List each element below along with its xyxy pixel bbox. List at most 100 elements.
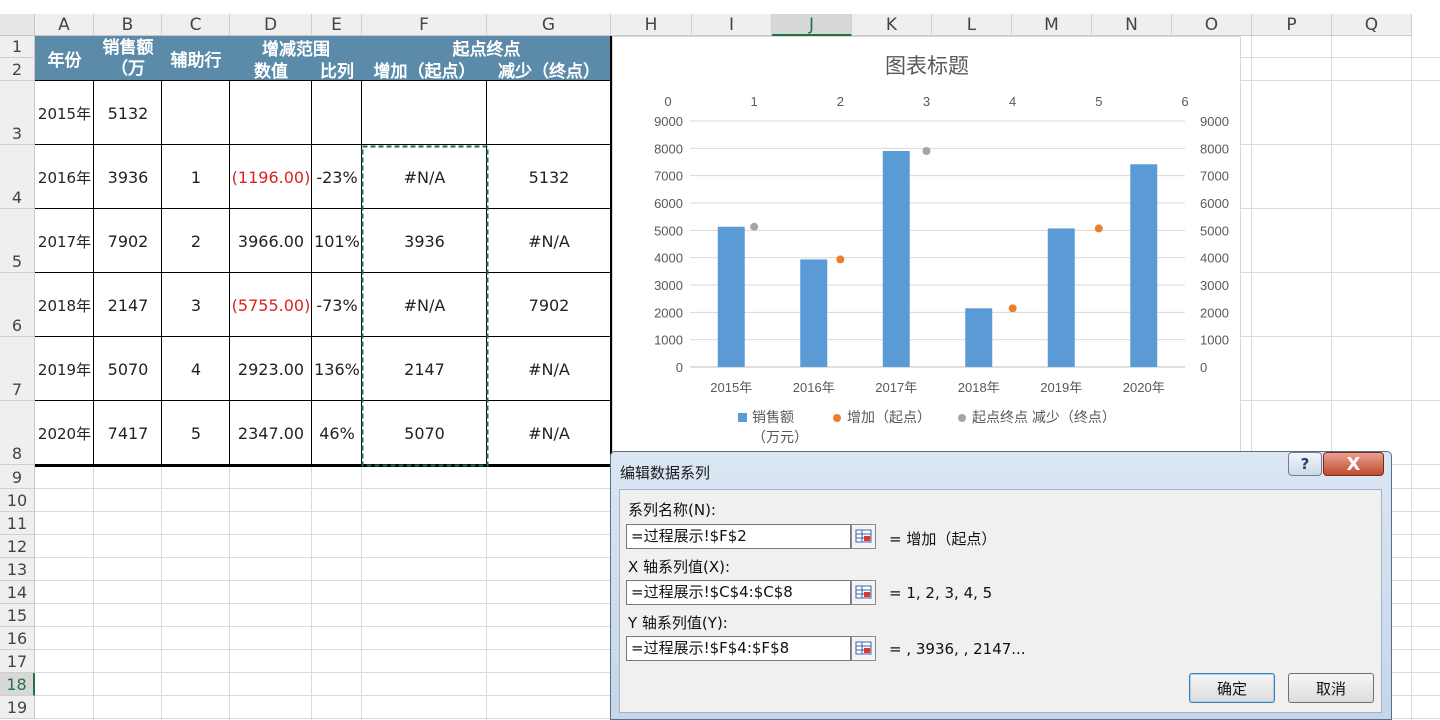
cell-value[interactable]: (1196.00) (230, 145, 312, 209)
help-button[interactable]: ? (1288, 452, 1322, 476)
row-header-19[interactable]: 19 (0, 696, 35, 719)
cell-helper[interactable]: 4 (162, 337, 230, 401)
cell-ratio[interactable]: -73% (312, 273, 362, 337)
cell-sales[interactable]: 2147 (94, 273, 162, 337)
header-value[interactable]: 数值 (230, 58, 312, 82)
bar-2015年[interactable] (717, 226, 745, 367)
legend-label[interactable]: 起点终点 减少（终点） (972, 409, 1116, 425)
header-ratio[interactable]: 比列 (312, 58, 362, 82)
column-header-D[interactable]: D (230, 14, 312, 36)
chart-svg[interactable]: 图表标题 0 1000 2000 3000 4000 5000 6000 7000 8000 90… (613, 37, 1240, 455)
row-header-8[interactable]: 8 (0, 401, 35, 465)
cell-decrease[interactable]: #N/A (487, 337, 611, 401)
cell-ratio[interactable]: -23% (312, 145, 362, 209)
header-decrease[interactable]: 减少（终点） (487, 58, 611, 82)
column-header-O[interactable]: O (1172, 14, 1252, 36)
header-increase[interactable]: 增加（起点） (362, 58, 487, 82)
row-header-3[interactable]: 3 (0, 81, 35, 145)
cell-year[interactable]: 2018年 (35, 273, 94, 337)
y-values-range-button[interactable] (851, 636, 876, 661)
row-header-1[interactable]: 1 (0, 36, 35, 58)
cell-helper[interactable]: 5 (162, 401, 230, 465)
cell-helper[interactable]: 2 (162, 209, 230, 273)
cell-increase[interactable] (362, 81, 487, 145)
cell-ratio[interactable]: 46% (312, 401, 362, 465)
chart-area[interactable]: 图表标题 0 1000 2000 3000 4000 5000 6000 7000 8000 90… (612, 36, 1241, 456)
point-increase[interactable] (1094, 224, 1103, 233)
row-header-12[interactable]: 12 (0, 535, 35, 558)
cell-ratio[interactable]: 101% (312, 209, 362, 273)
header-helper[interactable]: 辅助行 (162, 36, 230, 81)
x-values-input[interactable]: =过程展示!$C$4:$C$8 (626, 580, 851, 605)
row-header-15[interactable]: 15 (0, 604, 35, 627)
cell-decrease[interactable]: 5132 (487, 145, 611, 209)
cell-year[interactable]: 2016年 (35, 145, 94, 209)
column-header-P[interactable]: P (1252, 14, 1332, 36)
column-header-L[interactable]: L (932, 14, 1012, 36)
column-header-H[interactable]: H (611, 14, 692, 36)
cell-value[interactable]: 2347.00 (230, 401, 312, 465)
row-header-13[interactable]: 13 (0, 558, 35, 581)
x-values-range-button[interactable] (851, 580, 876, 605)
row-header-16[interactable]: 16 (0, 627, 35, 650)
column-header-C[interactable]: C (162, 14, 230, 36)
bar-2018年[interactable] (965, 308, 993, 367)
cell-year[interactable]: 2020年 (35, 401, 94, 465)
column-header-M[interactable]: M (1012, 14, 1092, 36)
legend-label[interactable]: 增加（起点） (847, 409, 931, 425)
row-header-10[interactable]: 10 (0, 489, 35, 512)
cell-sales[interactable]: 3936 (94, 145, 162, 209)
column-header-J[interactable]: J (772, 14, 852, 36)
cell-value[interactable]: (5755.00) (230, 273, 312, 337)
cell-decrease[interactable] (487, 81, 611, 145)
column-header-I[interactable]: I (692, 14, 772, 36)
cell-sales[interactable]: 7417 (94, 401, 162, 465)
cell-ratio[interactable]: 136% (312, 337, 362, 401)
close-button[interactable]: X (1323, 452, 1384, 476)
row-header-4[interactable]: 4 (0, 145, 35, 209)
column-header-F[interactable]: F (362, 14, 487, 36)
row-header-14[interactable]: 14 (0, 581, 35, 604)
cell-value[interactable]: 2923.00 (230, 337, 312, 401)
cell-decrease[interactable]: #N/A (487, 401, 611, 465)
cell-value[interactable] (230, 81, 312, 145)
cell-sales[interactable]: 5070 (94, 337, 162, 401)
column-header-G[interactable]: G (487, 14, 611, 36)
column-header-B[interactable]: B (94, 14, 162, 36)
cell-helper[interactable]: 3 (162, 273, 230, 337)
cell-year[interactable]: 2017年 (35, 209, 94, 273)
header-sales[interactable]: 销售额 （万 (94, 36, 162, 81)
bar-2016年[interactable] (800, 259, 828, 367)
column-header-Q[interactable]: Q (1332, 14, 1412, 36)
column-header-N[interactable]: N (1092, 14, 1172, 36)
header-range[interactable]: 增减范围 (230, 36, 362, 60)
cell-sales[interactable]: 5132 (94, 81, 162, 145)
cell-year[interactable]: 2015年 (35, 81, 94, 145)
header-points[interactable]: 起点终点 (362, 36, 611, 60)
column-header-A[interactable]: A (35, 14, 94, 36)
cell-value[interactable]: 3966.00 (230, 209, 312, 273)
cell-ratio[interactable] (312, 81, 362, 145)
point-increase[interactable] (836, 255, 845, 264)
row-header-11[interactable]: 11 (0, 512, 35, 535)
point-increase[interactable] (1008, 304, 1017, 313)
bar-2020年[interactable] (1130, 164, 1158, 367)
cell-decrease[interactable]: #N/A (487, 209, 611, 273)
cell-helper[interactable] (162, 81, 230, 145)
chart-title[interactable]: 图表标题 (885, 55, 969, 78)
row-header-6[interactable]: 6 (0, 273, 35, 337)
ok-button[interactable]: 确定 (1189, 673, 1275, 703)
row-header-9[interactable]: 9 (0, 465, 35, 489)
column-header-K[interactable]: K (852, 14, 932, 36)
column-header-E[interactable]: E (312, 14, 362, 36)
point-decrease[interactable] (922, 147, 931, 156)
cell-year[interactable]: 2019年 (35, 337, 94, 401)
legend-label[interactable]: 销售额 (752, 409, 794, 425)
cell-helper[interactable]: 1 (162, 145, 230, 209)
row-header-7[interactable]: 7 (0, 337, 35, 401)
row-header-17[interactable]: 17 (0, 650, 35, 673)
row-header-5[interactable]: 5 (0, 209, 35, 273)
cancel-button[interactable]: 取消 (1288, 673, 1374, 703)
header-year[interactable]: 年份 (35, 36, 94, 81)
y-values-input[interactable]: =过程展示!$F$4:$F$8 (626, 636, 851, 661)
